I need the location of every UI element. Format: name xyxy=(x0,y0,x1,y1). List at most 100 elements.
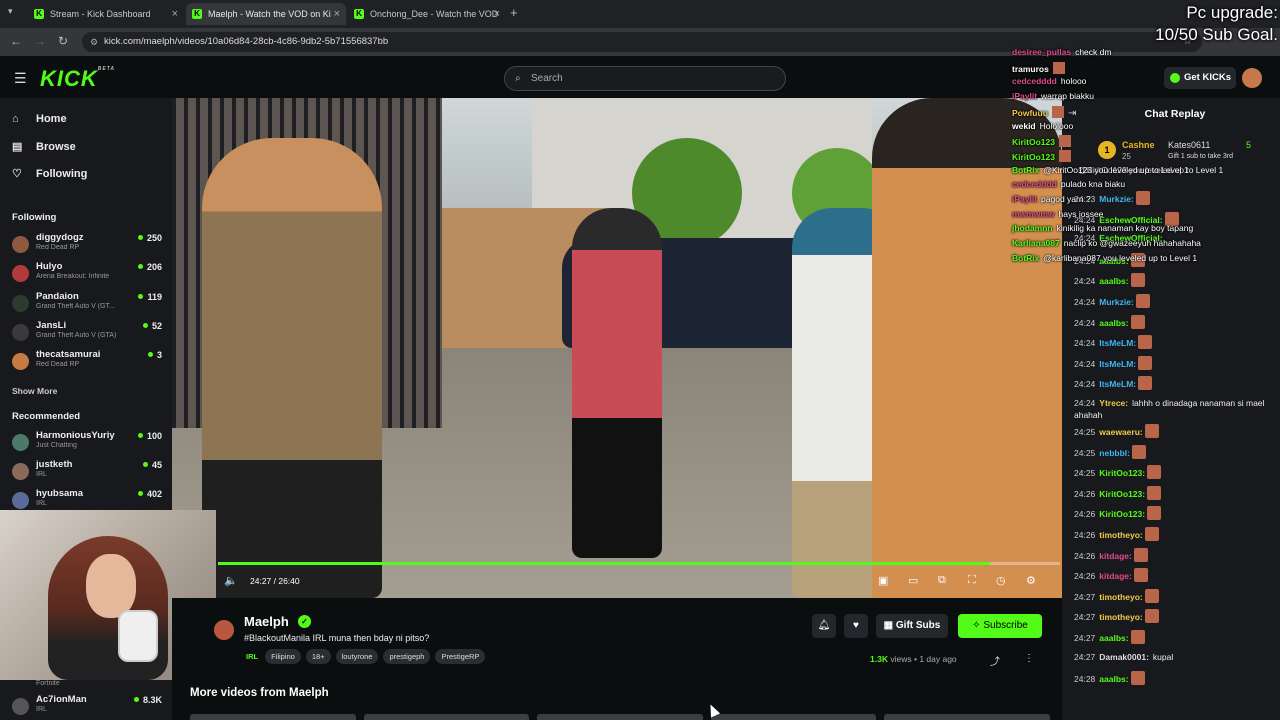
tab-list-icon[interactable]: ▾ xyxy=(8,6,13,17)
tag-chip[interactable]: Filipino xyxy=(265,649,301,664)
chat-message: 24:25 waewaeru: xyxy=(1074,424,1274,438)
chat-timestamp: 24:24 xyxy=(1074,358,1096,369)
tab-title: Maelph - Watch the VOD on Ki xyxy=(208,9,331,19)
sidebar-browse[interactable]: ▤ Browse xyxy=(12,140,76,154)
theater-mode-icon[interactable]: ▭ xyxy=(908,574,918,587)
chat-username[interactable]: KiritOo123: xyxy=(1099,509,1145,519)
video-player[interactable]: 🔈 24:27 / 26:40 ▣ ▭ ⧉ ⛶ ◷ ⚙ xyxy=(172,98,1062,598)
overlay-chat-message: Powfuuu xyxy=(1012,105,1064,119)
chat-username[interactable]: timotheyo: xyxy=(1099,530,1142,540)
seek-bar[interactable] xyxy=(218,562,1060,565)
more-options-icon[interactable]: ⋮ xyxy=(1024,653,1034,664)
chat-timestamp: 24:24 xyxy=(1074,398,1096,408)
following-channel[interactable]: diggydogz Red Dead RP 250 xyxy=(12,232,162,258)
chat-username[interactable]: aaalbs: xyxy=(1099,674,1128,684)
channel-name: thecatsamurai xyxy=(36,349,101,360)
close-tab-icon[interactable]: × xyxy=(172,8,178,20)
recommended-channel[interactable]: Ac7ionMan IRL 8.3K xyxy=(12,694,162,720)
close-tab-icon[interactable]: × xyxy=(494,8,500,20)
chat-username[interactable]: ItsMeLM: xyxy=(1099,379,1136,389)
overlay-text: holooo xyxy=(1060,76,1087,87)
video-thumbnail[interactable] xyxy=(884,714,1050,720)
video-thumbnail[interactable] xyxy=(363,714,530,720)
chat-timestamp: 24:26 xyxy=(1074,488,1096,499)
seek-bar-fill xyxy=(218,562,991,565)
site-info-icon[interactable]: ⚙ xyxy=(90,32,98,52)
gift-subs-button[interactable]: ▦ Gift Subs xyxy=(876,614,948,638)
channel-avatar[interactable] xyxy=(214,620,234,640)
chat-username[interactable]: timotheyo: xyxy=(1099,612,1142,622)
back-icon[interactable]: ← xyxy=(10,34,22,48)
kick-logo[interactable]: KICKBETA xyxy=(40,66,115,92)
channel-game: Red Dead RP xyxy=(36,244,80,251)
volume-icon[interactable]: 🔈 xyxy=(224,574,238,587)
sidebar-home[interactable]: ⌂ Home xyxy=(12,113,67,125)
following-channel[interactable]: Pandaion Grand Theft Auto V (GT... 119 xyxy=(12,291,162,317)
chat-username[interactable]: waewaeru: xyxy=(1099,427,1142,437)
chat-timestamp: 24:26 xyxy=(1074,530,1096,540)
following-channel[interactable]: Hulyo Arena Breakout: Infinite 206 xyxy=(12,261,162,287)
video-info: Maelph ✓ #BlackoutManila IRL muna then b… xyxy=(172,598,1062,720)
tag-chip[interactable]: loutyrone xyxy=(335,649,379,664)
video-thumbnail[interactable] xyxy=(537,714,703,720)
speed-icon[interactable]: ◷ xyxy=(996,574,1006,587)
tag-chip[interactable]: prestigeph xyxy=(383,649,431,664)
notification-bell-button[interactable]: 🔔︎ xyxy=(812,614,836,638)
reload-icon[interactable]: ↻ xyxy=(58,34,68,48)
category-link[interactable]: IRL xyxy=(244,649,260,664)
new-tab-icon[interactable]: + xyxy=(510,5,518,20)
browser-tab-onchong[interactable]: K Onchong_Dee - Watch the VOD × xyxy=(348,3,506,25)
overlay-username: Karliana087 xyxy=(1012,238,1060,249)
share-icon[interactable]: ⤴ xyxy=(990,653,1000,668)
chat-username[interactable]: KiritOo123: xyxy=(1099,489,1145,499)
overlay-chat-message: jhodamnn kinikilig ka nanaman kay boy tap… xyxy=(1012,223,1193,234)
tag-chip[interactable]: PrestigeRP xyxy=(435,649,486,664)
recommended-channel[interactable]: HarmoniousYuriy Just Chatting 100 xyxy=(12,430,162,456)
chat-username[interactable]: aaalbs: xyxy=(1099,633,1128,643)
menu-icon[interactable]: ☰ xyxy=(14,70,27,87)
miniplayer-icon[interactable]: ▣ xyxy=(878,574,888,587)
chat-username[interactable]: kitdage: xyxy=(1099,571,1132,581)
sidebar-following[interactable]: ♡ Following xyxy=(12,167,87,181)
overlay-text: kinikilig ka nanaman kay boy tapang xyxy=(1056,223,1194,234)
video-thumbnail[interactable] xyxy=(710,714,877,720)
subscribe-button[interactable]: ✧ Subscribe xyxy=(958,614,1042,638)
chat-username[interactable]: Murkzie: xyxy=(1099,297,1133,307)
tag-chip[interactable]: 18+ xyxy=(305,649,331,664)
channel-name[interactable]: Maelph xyxy=(244,614,289,629)
chat-emote-icon xyxy=(1147,485,1162,500)
chat-username[interactable]: ItsMeLM: xyxy=(1099,359,1136,369)
follow-button[interactable]: ♥ xyxy=(844,614,868,638)
clip-icon[interactable]: ⧉ xyxy=(938,574,946,587)
chat-username[interactable]: Damak0001: xyxy=(1099,652,1149,662)
chat-username[interactable]: ItsMeLM: xyxy=(1099,338,1136,348)
user-avatar[interactable] xyxy=(1242,68,1262,88)
chat-username[interactable]: KiritOo123: xyxy=(1099,468,1145,478)
following-channel[interactable]: JansLi Grand Theft Auto V (GTA) 52 xyxy=(12,320,162,346)
chat-username[interactable]: kitdage: xyxy=(1099,551,1132,561)
search-input[interactable]: ⌕ Search xyxy=(504,66,786,91)
overlay-text: pagod yarn ? xyxy=(1041,194,1091,204)
chat-username[interactable]: aaalbs: xyxy=(1099,276,1128,286)
chat-username[interactable]: timotheyo: xyxy=(1099,592,1142,602)
chat-username[interactable]: nebbbl: xyxy=(1099,448,1130,458)
browser-tab-dashboard[interactable]: K Stream - Kick Dashboard × xyxy=(28,3,184,25)
chat-username[interactable]: aaalbs: xyxy=(1099,318,1128,328)
recommended-channel[interactable]: justketh IRL 45 xyxy=(12,459,162,485)
fullscreen-icon[interactable]: ⛶ xyxy=(968,574,976,587)
chat-username[interactable]: Ytrece: xyxy=(1099,398,1128,408)
browser-tab-maelph[interactable]: K Maelph - Watch the VOD on Ki × xyxy=(186,3,346,25)
chat-timestamp: 24:26 xyxy=(1074,571,1096,582)
following-channel[interactable]: thecatsamurai Red Dead RP 3 xyxy=(12,349,162,375)
video-thumbnail[interactable] xyxy=(190,714,356,720)
show-more-link[interactable]: Show More xyxy=(12,386,57,396)
chat-message: 24:24 aaalbs: xyxy=(1074,314,1274,329)
viewer-count: 3 xyxy=(148,350,162,360)
settings-gear-icon[interactable]: ⚙ xyxy=(1026,574,1036,587)
channel-game: IRL xyxy=(36,706,47,713)
overlay-emote-icon xyxy=(1051,105,1064,118)
forward-icon[interactable]: → xyxy=(34,34,46,48)
close-tab-icon[interactable]: × xyxy=(334,8,340,20)
heart-icon: ♥ xyxy=(853,620,859,631)
overlay-text: naclip ko @gwazeeyuh hahahahaha xyxy=(1063,238,1201,249)
